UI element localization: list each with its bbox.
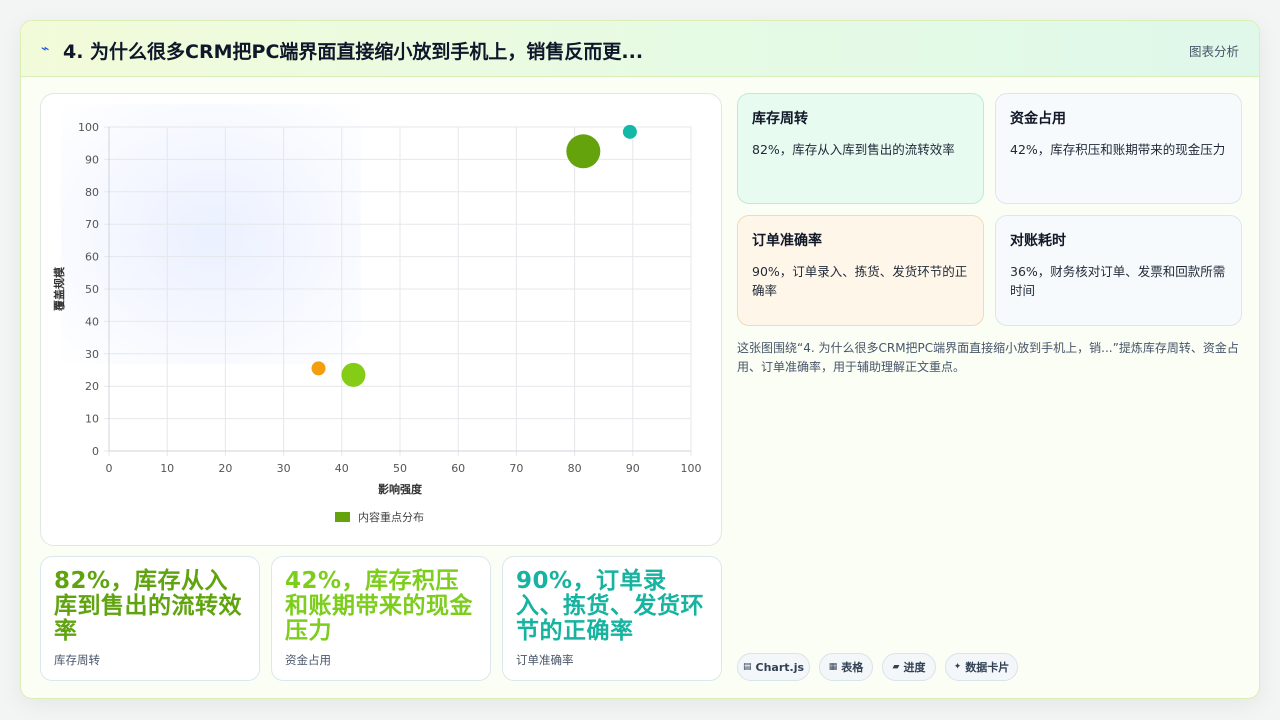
chart-analysis-tag: 图表分析 — [1188, 44, 1239, 59]
highlight-value: 82%，库存从入库到售出的流转效率 — [54, 568, 242, 644]
x-tick-label: 30 — [277, 462, 291, 475]
y-tick-label: 90 — [85, 153, 99, 166]
x-tick-label: 10 — [160, 462, 174, 475]
pill-chartjs[interactable]: ▤ Chart.js — [737, 653, 810, 681]
metric-desc: 36%，财务核对订单、发票和回款所需时间 — [1010, 264, 1226, 298]
data-point-bubble — [341, 362, 366, 387]
x-tick-label: 50 — [393, 462, 407, 475]
bubble-chart: 0 10 20 30 40 50 60 70 80 90 100 0 10 20 30 40 50 60 70 80 9… — [52, 121, 702, 524]
metric-card-reconciliation-time: 对账耗时 36%，财务核对订单、发票和回款所需时间 — [995, 215, 1242, 326]
x-tick-label: 90 — [626, 462, 640, 475]
x-tick-label: 60 — [451, 462, 465, 475]
y-tick-label: 30 — [85, 348, 99, 361]
y-tick-label: 0 — [92, 445, 99, 458]
x-tick-label: 20 — [218, 462, 232, 475]
y-tick-label: 40 — [85, 315, 99, 328]
page-title: 4. 为什么很多CRM把PC端界面直接缩小放到手机上，销售反而更... — [63, 41, 644, 63]
y-tick-label: 100 — [78, 121, 99, 134]
metric-desc: 42%，库存积压和账期带来的现金压力 — [1010, 142, 1226, 157]
metric-card-inventory-turnover: 库存周转 82%，库存从入库到售出的流转效率 — [737, 93, 984, 204]
pill-table[interactable]: ▦ 表格 — [819, 653, 873, 681]
data-point-bubble — [566, 134, 601, 169]
legend-label: 内容重点分布 — [358, 510, 424, 524]
highlight-value: 42%，库存积压和账期带来的现金压力 — [285, 568, 473, 644]
highlight-label: 订单准确率 — [516, 653, 574, 667]
metric-title: 对账耗时 — [1010, 233, 1066, 249]
data-point-bubble — [622, 124, 637, 139]
y-axis-title: 覆盖规模 — [52, 266, 66, 311]
metric-card-capital-occupation: 资金占用 42%，库存积压和账期带来的现金压力 — [995, 93, 1242, 204]
x-tick-label: 70 — [509, 462, 523, 475]
y-tick-label: 10 — [85, 413, 99, 426]
x-tick-label: 40 — [335, 462, 349, 475]
metric-desc: 82%，库存从入库到售出的流转效率 — [752, 142, 955, 157]
y-tick-label: 70 — [85, 218, 99, 231]
highlight-value: 90%，订单录入、拣货、发货环节的正确率 — [516, 568, 704, 644]
table-icon: ▦ — [828, 662, 838, 672]
header: ⌁ 4. 为什么很多CRM把PC端界面直接缩小放到手机上，销售反而更... 图表… — [21, 21, 1259, 77]
pill-label: 数据卡片 — [965, 661, 1010, 674]
y-tick-label: 80 — [85, 186, 99, 199]
x-tick-label: 100 — [681, 462, 702, 475]
metric-desc: 90%，订单录入、拣货、发货环节的正确率 — [752, 264, 968, 298]
lightning-icon: ⌁ — [41, 41, 50, 57]
highlight-card-inventory-turnover: 82%，库存从入库到售出的流转效率 库存周转 — [40, 556, 260, 681]
metric-title: 库存周转 — [752, 111, 808, 127]
progress-icon: ▰ — [892, 662, 900, 672]
pill-label: Chart.js — [755, 660, 805, 674]
x-tick-label: 80 — [568, 462, 582, 475]
pill-label: 表格 — [841, 661, 864, 674]
pill-progress[interactable]: ▰ 进度 — [882, 653, 936, 681]
x-axis-title: 影响强度 — [378, 482, 423, 496]
chart-card: 0 10 20 30 40 50 60 70 80 90 100 0 10 20 30 40 50 60 70 80 9… — [40, 93, 722, 546]
y-tick-label: 20 — [85, 380, 99, 393]
x-tick-label: 0 — [106, 462, 113, 475]
highlight-card-order-accuracy: 90%，订单录入、拣货、发货环节的正确率 订单准确率 — [502, 556, 722, 681]
chart-caption: 这张图围绕“4. 为什么很多CRM把PC端界面直接缩小放到手机上，销...”提炼… — [737, 341, 1239, 374]
metric-title: 订单准确率 — [752, 233, 822, 249]
legend-swatch — [335, 512, 350, 522]
metric-card-order-accuracy: 订单准确率 90%，订单录入、拣货、发货环节的正确率 — [737, 215, 984, 326]
y-tick-label: 60 — [85, 251, 99, 264]
y-tick-label: 50 — [85, 283, 99, 296]
highlight-label: 库存周转 — [54, 653, 100, 667]
pill-label: 进度 — [903, 661, 926, 674]
metric-title: 资金占用 — [1010, 111, 1066, 127]
data-point-bubble — [311, 361, 326, 376]
sparkle-icon: ✦ — [953, 662, 962, 672]
report-window: ⌁ 4. 为什么很多CRM把PC端界面直接缩小放到手机上，销售反而更... 图表… — [20, 20, 1260, 699]
highlight-card-capital-occupation: 42%，库存积压和账期带来的现金压力 资金占用 — [271, 556, 491, 681]
pill-data-card[interactable]: ✦ 数据卡片 — [945, 653, 1018, 681]
highlight-label: 资金占用 — [285, 653, 331, 667]
chart-icon: ▤ — [742, 662, 752, 672]
